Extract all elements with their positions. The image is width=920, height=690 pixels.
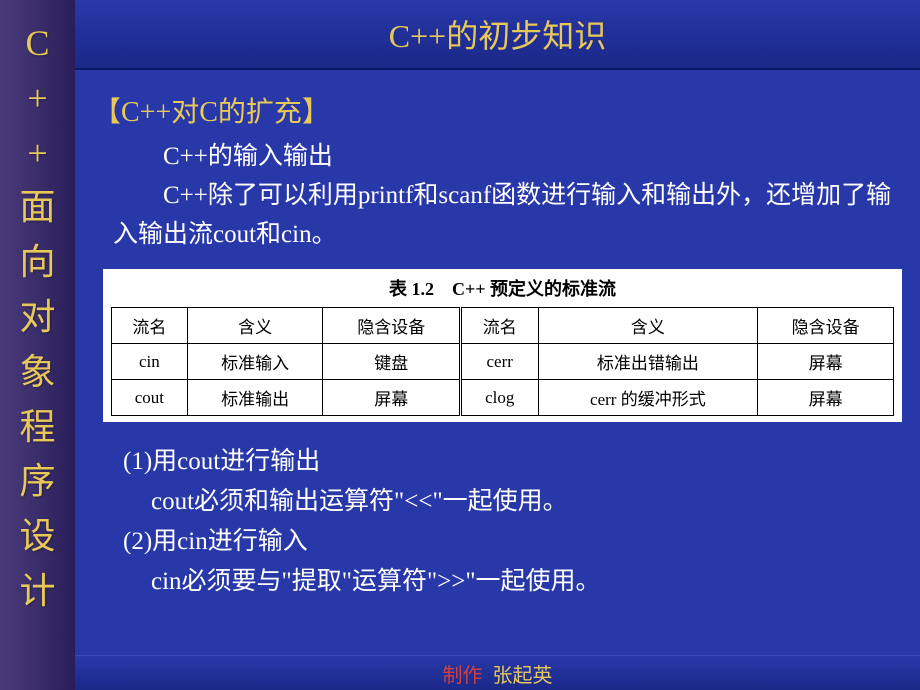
table-cell: clog bbox=[460, 380, 538, 416]
table-row: cout 标准输出 屏幕 clog cerr 的缓冲形式 屏幕 bbox=[112, 380, 894, 416]
point-1-sub: cout必须和输出运算符"<<"一起使用。 bbox=[151, 482, 902, 522]
table-cell: cerr bbox=[460, 344, 538, 380]
sidebar-char: + bbox=[27, 75, 47, 122]
table-header: 含义 bbox=[538, 308, 758, 344]
section-header: 【C++对C的扩充】 bbox=[93, 90, 902, 130]
page-title: C++的初步知识 bbox=[389, 11, 606, 57]
point-2: (2)用cin进行输入 bbox=[123, 522, 902, 562]
main-area: C++的初步知识 【C++对C的扩充】 C++的输入输出 C++除了可以利用pr… bbox=[75, 0, 920, 690]
table-cell: 标准输入 bbox=[187, 344, 323, 380]
table-caption: 表 1.2 C++ 预定义的标准流 bbox=[111, 275, 894, 307]
table-cell: 标准出错输出 bbox=[538, 344, 758, 380]
sidebar-char: 计 bbox=[19, 568, 55, 615]
table-header: 含义 bbox=[187, 308, 323, 344]
body-line-1: C++的输入输出 bbox=[113, 138, 902, 177]
table-cell: 屏幕 bbox=[758, 380, 894, 416]
point-2-sub: cin必须要与"提取"运算符">>"一起使用。 bbox=[151, 562, 902, 602]
sidebar-char: + bbox=[27, 130, 47, 177]
sidebar-char: 向 bbox=[19, 239, 55, 286]
table-container: 表 1.2 C++ 预定义的标准流 流名 含义 隐含设备 流名 含义 隐含设备 … bbox=[103, 269, 902, 422]
sidebar-char: 程 bbox=[19, 404, 55, 451]
table-header: 隐含设备 bbox=[323, 308, 460, 344]
table-cell: 屏幕 bbox=[758, 344, 894, 380]
sidebar-char: 对 bbox=[19, 294, 55, 341]
sidebar-char: 设 bbox=[19, 513, 55, 560]
streams-table: 流名 含义 隐含设备 流名 含义 隐含设备 cin 标准输入 键盘 cerr 标 bbox=[111, 307, 894, 416]
sidebar-char: C bbox=[25, 20, 49, 67]
table-cell: 键盘 bbox=[323, 344, 460, 380]
footer-label: 制作 bbox=[443, 659, 483, 688]
table-row: cin 标准输入 键盘 cerr 标准出错输出 屏幕 bbox=[112, 344, 894, 380]
footer: 制作 张起英 bbox=[75, 655, 920, 690]
table-header: 流名 bbox=[112, 308, 188, 344]
table-cell: 屏幕 bbox=[323, 380, 460, 416]
title-bar: C++的初步知识 bbox=[75, 0, 920, 70]
table-cell: cout bbox=[112, 380, 188, 416]
table-cell: cin bbox=[112, 344, 188, 380]
table-cell: 标准输出 bbox=[187, 380, 323, 416]
point-1: (1)用cout进行输出 bbox=[123, 442, 902, 482]
sidebar-char: 面 bbox=[19, 184, 55, 231]
body-line-2: C++除了可以利用printf和scanf函数进行输入和输出外，还增加了输入输出… bbox=[113, 177, 902, 255]
table-header-row: 流名 含义 隐含设备 流名 含义 隐含设备 bbox=[112, 308, 894, 344]
sidebar-char: 象 bbox=[19, 349, 55, 396]
footer-author: 张起英 bbox=[493, 659, 553, 688]
sidebar-char: 序 bbox=[19, 458, 55, 505]
points-list: (1)用cout进行输出 cout必须和输出运算符"<<"一起使用。 (2)用c… bbox=[123, 442, 902, 602]
table-header: 隐含设备 bbox=[758, 308, 894, 344]
table-cell: cerr 的缓冲形式 bbox=[538, 380, 758, 416]
table-header: 流名 bbox=[460, 308, 538, 344]
sidebar: C + + 面 向 对 象 程 序 设 计 bbox=[0, 0, 75, 690]
content-area: 【C++对C的扩充】 C++的输入输出 C++除了可以利用printf和scan… bbox=[75, 70, 920, 655]
